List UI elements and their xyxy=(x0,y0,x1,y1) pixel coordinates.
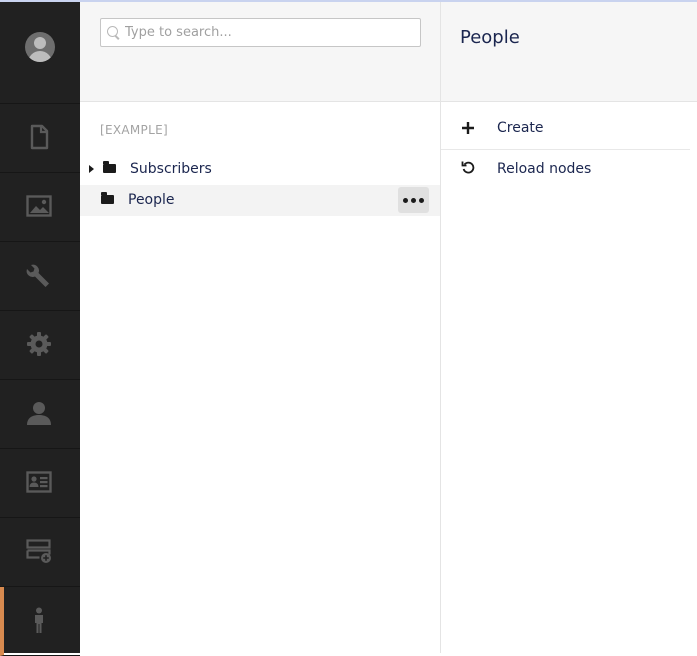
nav-item-settings[interactable] xyxy=(0,311,80,380)
avatar-area xyxy=(0,2,80,104)
nav-item-users[interactable] xyxy=(0,380,80,449)
actions-header: People xyxy=(441,2,697,102)
tree-node-label: People xyxy=(128,192,175,208)
search-input[interactable] xyxy=(125,21,410,44)
nav-item-media[interactable] xyxy=(0,173,80,242)
search-box[interactable] xyxy=(100,18,421,47)
tree-header xyxy=(80,2,440,102)
nav-item-content[interactable] xyxy=(0,104,80,173)
section-nav xyxy=(0,2,80,656)
reload-icon xyxy=(461,161,475,174)
tree-node-subscribers[interactable]: Subscribers xyxy=(80,154,440,185)
nav-item-contacts[interactable] xyxy=(0,587,80,656)
folder-icon xyxy=(103,161,116,173)
nav-item-members[interactable] xyxy=(0,449,80,518)
avatar[interactable] xyxy=(25,32,55,62)
reload-nodes-action[interactable]: Reload nodes xyxy=(441,150,690,190)
wrench-icon xyxy=(26,264,49,287)
gear-icon xyxy=(27,332,51,356)
node-actions-button[interactable] xyxy=(398,187,429,213)
tree-node-label: Subscribers xyxy=(130,161,212,177)
person-standing-icon xyxy=(35,607,43,633)
search-icon xyxy=(107,26,118,37)
server-add-icon xyxy=(26,539,51,563)
more-dots-icon xyxy=(411,198,416,203)
avatar-head-icon xyxy=(34,37,46,49)
folder-icon xyxy=(101,192,114,204)
tree-root-label: [EXAMPLE] xyxy=(100,123,168,137)
avatar-body-icon xyxy=(28,51,52,62)
tree-node-people[interactable]: People xyxy=(80,185,440,216)
action-label: Create xyxy=(497,120,544,136)
actions-menu: Create Reload nodes xyxy=(441,102,697,653)
expand-caret-icon[interactable] xyxy=(89,165,94,173)
nav-item-developer[interactable] xyxy=(0,242,80,311)
actions-title: People xyxy=(460,27,520,48)
user-icon xyxy=(27,402,51,425)
more-dots-icon xyxy=(403,198,408,203)
plus-icon xyxy=(462,122,474,134)
content-tree: [EXAMPLE] Subscribers People xyxy=(80,102,440,653)
action-label: Reload nodes xyxy=(497,161,592,177)
image-icon xyxy=(26,195,52,217)
create-action[interactable]: Create xyxy=(441,109,690,150)
document-icon xyxy=(30,124,49,150)
id-card-icon xyxy=(26,471,52,493)
more-dots-icon xyxy=(419,198,424,203)
nav-item-forms[interactable] xyxy=(0,518,80,587)
